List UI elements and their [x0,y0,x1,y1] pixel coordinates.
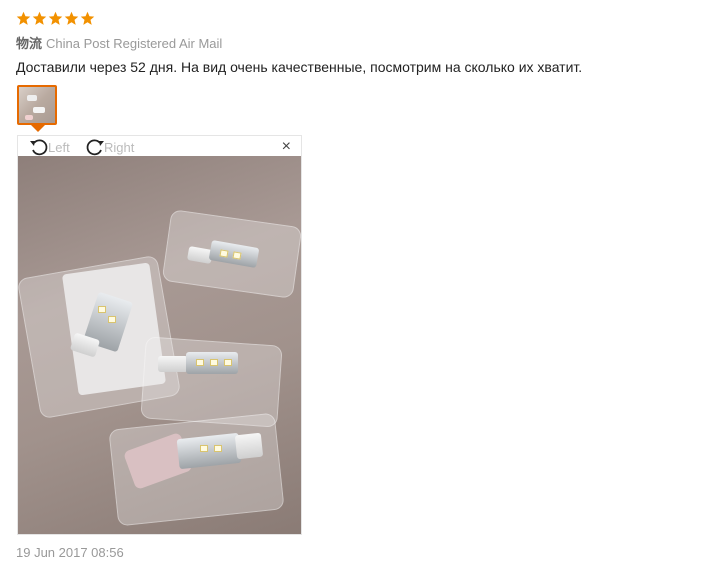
review-date: 19 Jun 2017 08:56 [16,545,124,560]
rotate-left-label: Left [48,139,70,155]
photo-viewer-toolbar: Left Right × [18,136,301,158]
review-photo-thumbnail[interactable] [17,85,57,125]
rotate-left-button[interactable]: Left [28,137,70,157]
logistics-value: China Post Registered Air Mail [46,36,223,51]
rating-stars [16,11,95,26]
star-icon [80,11,95,25]
close-icon[interactable]: × [282,139,291,155]
star-icon [32,11,47,25]
logistics-info: 物流 China Post Registered Air Mail [16,33,222,52]
thumbnail-selected-pointer [31,125,45,132]
review-text: Доставили через 52 дня. На вид очень кач… [16,59,583,75]
star-icon [16,11,31,25]
rotate-right-icon [86,139,104,156]
star-icon [64,11,79,25]
rotate-left-icon [30,139,48,156]
rotate-right-label: Right [104,139,135,155]
review-photo [18,156,301,534]
star-icon [48,11,63,25]
rotate-right-button[interactable]: Right [84,137,134,157]
logistics-label: 物流 [16,36,43,51]
photo-viewer: Left Right × [17,135,302,535]
